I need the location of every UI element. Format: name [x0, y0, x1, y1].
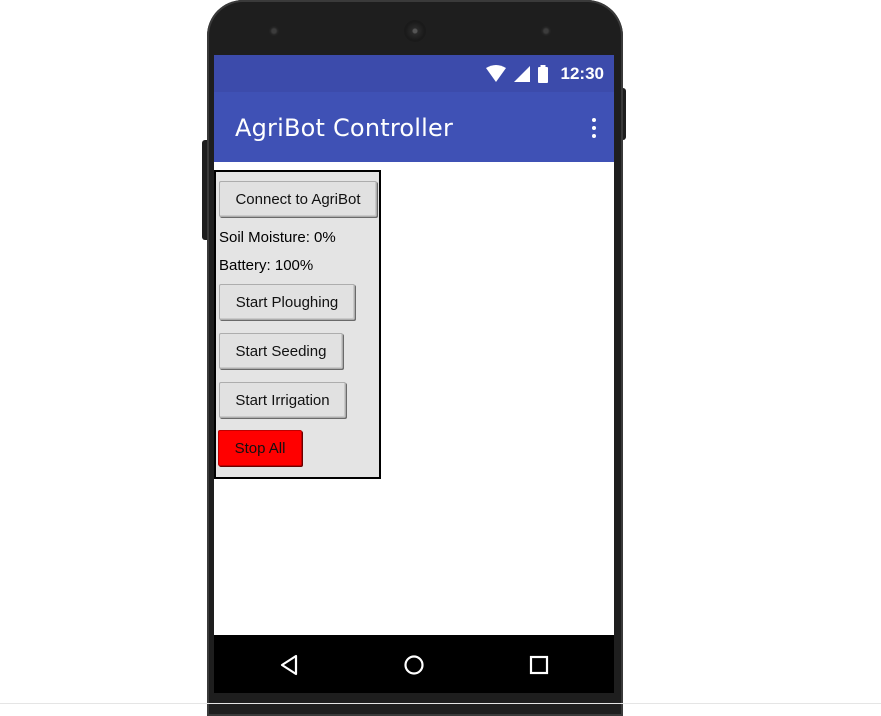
- front-camera-icon: [269, 26, 279, 36]
- home-icon[interactable]: [402, 653, 426, 677]
- battery-icon: [537, 64, 548, 83]
- navigation-bar: [214, 635, 614, 693]
- controls-panel: Connect to AgriBot Soil Moisture: 0% Bat…: [214, 170, 381, 479]
- start-irrigation-button[interactable]: Start Irrigation: [219, 382, 346, 418]
- proximity-sensor-icon: [541, 26, 551, 36]
- app-title: AgriBot Controller: [235, 114, 454, 142]
- more-vert-icon[interactable]: [590, 118, 598, 138]
- emulator-stage: 12:30 AgriBot Controller Connect to Agri…: [0, 0, 881, 716]
- stop-all-button[interactable]: Stop All: [218, 430, 302, 466]
- battery-label: Battery: 100%: [219, 257, 314, 274]
- start-seeding-button[interactable]: Start Seeding: [219, 333, 343, 369]
- page-divider: [0, 703, 881, 704]
- connect-button[interactable]: Connect to AgriBot: [219, 181, 377, 217]
- status-time: 12:30: [560, 63, 604, 83]
- app-bar: AgriBot Controller: [214, 92, 614, 162]
- status-bar: 12:30: [214, 55, 614, 92]
- recents-icon[interactable]: [527, 653, 551, 677]
- start-ploughing-button[interactable]: Start Ploughing: [219, 284, 355, 320]
- signal-icon: [513, 65, 530, 82]
- status-icons: 12:30: [485, 55, 604, 92]
- earpiece-speaker-icon: [404, 20, 426, 42]
- back-icon[interactable]: [277, 653, 301, 677]
- wifi-icon: [485, 64, 506, 82]
- phone-screen: 12:30 AgriBot Controller Connect to Agri…: [214, 55, 614, 635]
- soil-moisture-label: Soil Moisture: 0%: [219, 229, 336, 246]
